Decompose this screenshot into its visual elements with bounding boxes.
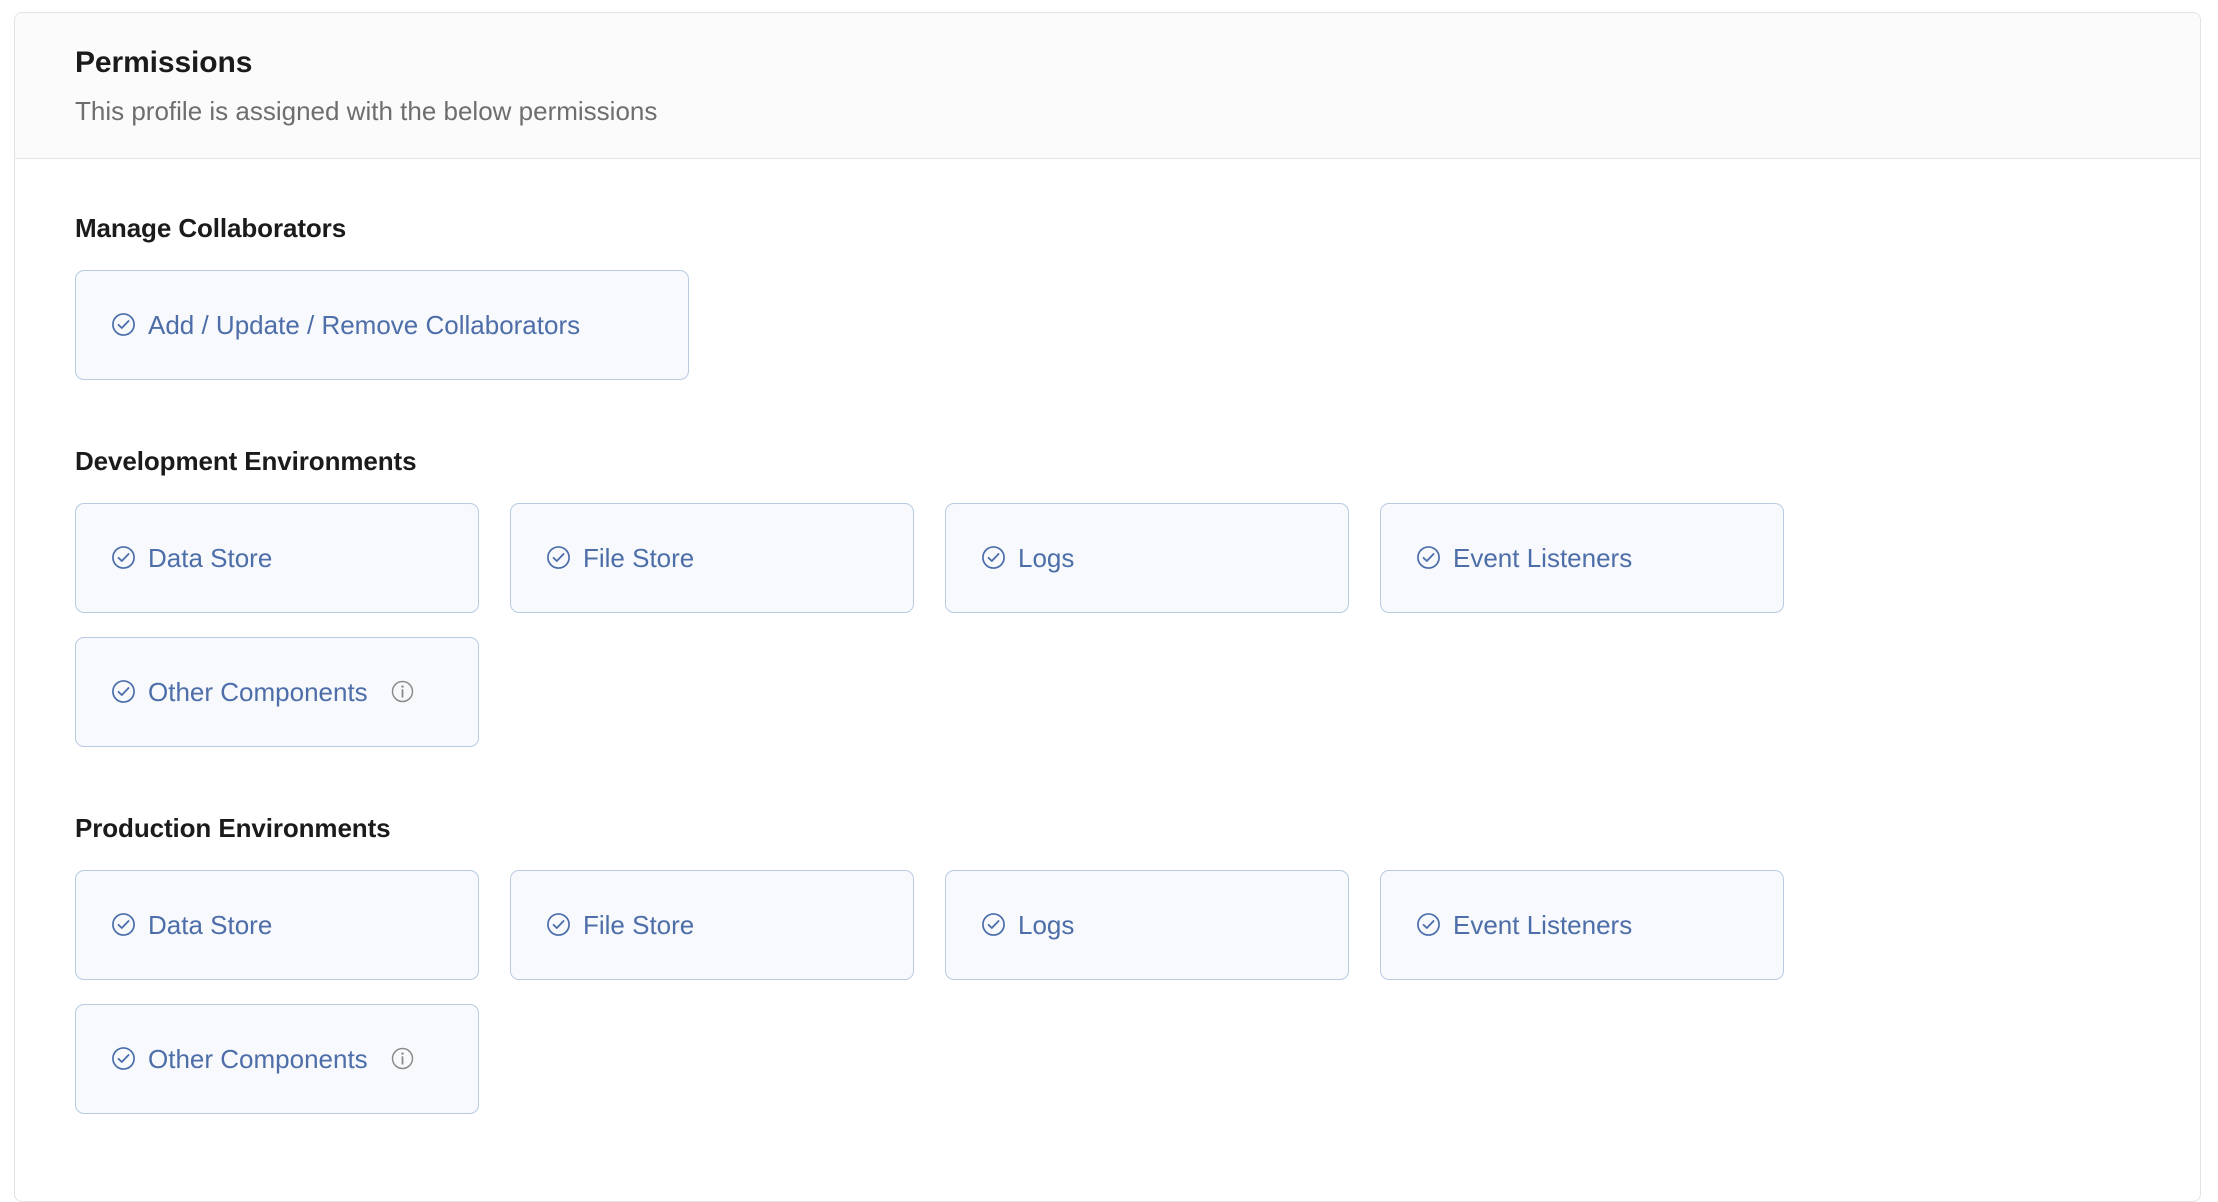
info-icon[interactable] (390, 679, 415, 704)
section-title: Development Environments (75, 445, 417, 476)
permission-chip-label: File Store (583, 542, 695, 573)
permission-chip[interactable]: Add / Update / Remove Collaborators (75, 269, 689, 380)
permission-chip-label: Logs (1018, 909, 1075, 940)
permission-section: Manage Collaborators Add / Update / Remov… (75, 213, 2200, 380)
circle-check-icon (982, 546, 1005, 569)
permission-chip[interactable]: Other Components (75, 636, 479, 747)
permission-chip-label: Event Listeners (1453, 542, 1633, 573)
permission-chip[interactable]: Data Store (75, 502, 479, 613)
circle-check-icon (112, 1047, 135, 1070)
circle-check-icon (1417, 913, 1440, 936)
section-title: Production Environments (75, 812, 391, 843)
circle-check-icon (112, 546, 135, 569)
circle-check-icon (112, 680, 135, 703)
section-title: Manage Collaborators (75, 212, 347, 243)
permission-chip-label: Add / Update / Remove Collaborators (148, 309, 581, 340)
permissions-body: Manage Collaborators Add / Update / Remov… (15, 158, 2200, 1154)
permission-section: Development Environments Data Store File S… (75, 446, 2200, 747)
circle-check-icon (547, 913, 570, 936)
permission-chip-label: Data Store (148, 542, 273, 573)
permission-chip[interactable]: Event Listeners (1380, 502, 1784, 613)
permission-section: Production Environments Data Store File St… (75, 813, 2200, 1114)
page-title: Permissions (75, 46, 253, 79)
permission-chip-grid: Data Store File Store Logs Event Listeners O… (75, 502, 1835, 747)
panel-header: Permissions This profile is assigned wit… (15, 13, 2200, 159)
permission-chip[interactable]: File Store (510, 502, 914, 613)
circle-check-icon (547, 546, 570, 569)
permission-chip[interactable]: Event Listeners (1380, 869, 1784, 980)
circle-check-icon (112, 313, 135, 336)
permission-chip[interactable]: Other Components (75, 1003, 479, 1114)
permission-chip[interactable]: Logs (945, 869, 1349, 980)
page-subtitle: This profile is assigned with the below … (75, 96, 658, 126)
permission-chip[interactable]: Logs (945, 502, 1349, 613)
permission-chip-label: Other Components (148, 676, 368, 707)
permission-chip-label: Data Store (148, 909, 273, 940)
circle-check-icon (112, 913, 135, 936)
permission-chip-grid: Data Store File Store Logs Event Listeners O… (75, 869, 1835, 1114)
permission-chip-label: Logs (1018, 542, 1075, 573)
circle-check-icon (982, 913, 1005, 936)
permission-chip-label: Event Listeners (1453, 909, 1633, 940)
permission-chip-label: File Store (583, 909, 695, 940)
info-icon[interactable] (390, 1046, 415, 1071)
permission-chip[interactable]: File Store (510, 869, 914, 980)
circle-check-icon (1417, 546, 1440, 569)
permission-chip-label: Other Components (148, 1043, 368, 1074)
permissions-panel: Permissions This profile is assigned wit… (14, 12, 2201, 1202)
permission-chip-grid: Add / Update / Remove Collaborators (75, 269, 1835, 380)
permission-chip[interactable]: Data Store (75, 869, 479, 980)
